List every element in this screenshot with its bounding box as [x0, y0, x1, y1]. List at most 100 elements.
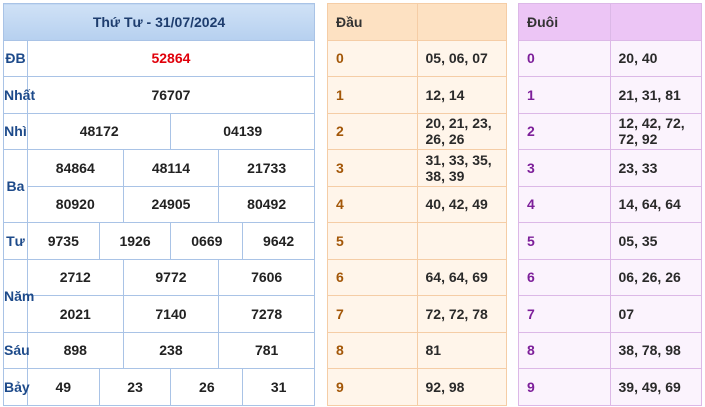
tail-digit: 9	[518, 368, 611, 406]
prize-label-nam: Năm	[3, 258, 34, 333]
prize-nam-number: 9772	[122, 258, 220, 296]
tail-digit-row: 5 05, 35	[518, 222, 702, 260]
tail-digit: 3	[518, 149, 611, 187]
tail-digit: 7	[518, 295, 611, 333]
prize-db-number: 52864	[26, 39, 316, 77]
head-digit-values: 92, 98	[416, 368, 507, 406]
results-date-title: Thứ Tư - 31/07/2024	[3, 3, 315, 41]
tail-digit-row: 1 21, 31, 81	[518, 76, 702, 114]
prize-tu-number: 1926	[98, 222, 172, 260]
tail-digit: 8	[518, 331, 611, 369]
prize-label-sau: Sáu	[3, 331, 30, 369]
tail-digit: 0	[518, 39, 611, 77]
head-digit: 9	[327, 368, 418, 406]
prize-nhi-number: 48172	[26, 112, 172, 150]
tail-digit: 1	[518, 76, 611, 114]
tail-digit-row: 8 38, 78, 98	[518, 331, 702, 369]
prize-row-nam-2: 2021 7140 7278	[4, 295, 315, 333]
tail-digit: 6	[518, 258, 611, 296]
tail-digit-values: 14, 64, 64	[609, 185, 702, 223]
tail-digit-row: 2 12, 42, 72, 72, 92	[518, 112, 702, 150]
prize-tu-number: 9735	[26, 222, 100, 260]
head-digit-row: 2 20, 21, 23, 26, 26	[327, 112, 507, 150]
prize-row-ba-2: 80920 24905 80492	[4, 185, 315, 223]
tail-digit: 5	[518, 222, 611, 260]
prize-row-tu: Tư 9735 1926 0669 9642	[3, 222, 315, 260]
tail-digit-row: 7 07	[518, 295, 702, 333]
head-digit-values: 20, 21, 23, 26, 26	[416, 112, 507, 150]
tail-digit-values: 21, 31, 81	[609, 76, 702, 114]
head-digits-table: Đầu 0 05, 06, 07 1 12, 14 2 20, 21, 23, 26,…	[327, 3, 507, 406]
prize-row-db: ĐB 52864	[3, 39, 316, 77]
tail-digit-row: 6 06, 26, 26	[518, 258, 702, 296]
prize-label-bay: Bảy	[3, 368, 30, 406]
head-digit-values: 31, 33, 35, 38, 39	[416, 149, 507, 187]
tail-digits-header-row: Đuôi	[518, 3, 702, 41]
prize-row-bay: Bảy 49 23 26 31	[3, 368, 315, 406]
head-digit-row: 4 40, 42, 49	[327, 185, 507, 223]
tail-digit-row: 9 39, 49, 69	[518, 368, 702, 406]
prize-bay-number: 31	[242, 368, 315, 406]
tail-digit-row: 3 23, 33	[518, 149, 702, 187]
head-digit: 8	[327, 331, 418, 369]
head-digits-header-row: Đầu	[327, 3, 507, 41]
tail-digits-table: Đuôi 0 20, 40 1 21, 31, 81 2 12, 42, 72, 72…	[518, 3, 702, 406]
tail-digit-values: 38, 78, 98	[609, 331, 702, 369]
head-digit-row: 5	[327, 222, 507, 260]
prize-label-db: ĐB	[3, 39, 28, 77]
tail-digit-values: 12, 42, 72, 72, 92	[609, 112, 702, 150]
head-digit: 2	[327, 112, 418, 150]
prize-ba-number: 80492	[218, 185, 315, 223]
head-digit: 4	[327, 185, 418, 223]
prize-label-tu: Tư	[3, 222, 28, 260]
head-digit: 7	[327, 295, 418, 333]
head-digits-header-blank	[416, 3, 507, 41]
prize-tu-number: 0669	[170, 222, 244, 260]
tail-digit-row: 4 14, 64, 64	[518, 185, 702, 223]
prize-nam-number: 7140	[122, 295, 220, 333]
prize-row-sau: Sáu 898 238 781	[3, 331, 315, 369]
prize-ba-number: 48114	[122, 149, 220, 187]
prize-ba-number: 24905	[122, 185, 220, 223]
prize-nhi-number: 04139	[170, 112, 315, 150]
results-header-row: Thứ Tư - 31/07/2024	[3, 3, 315, 41]
prize-label-ba: Ba	[3, 149, 28, 223]
tail-digit-values: 39, 49, 69	[609, 368, 702, 406]
head-digit-values: 12, 14	[416, 76, 507, 114]
tail-digit: 2	[518, 112, 611, 150]
head-digit-values: 81	[416, 331, 507, 369]
head-digit-values: 64, 64, 69	[416, 258, 507, 296]
head-digit-values	[416, 222, 507, 260]
head-digit-row: 3 31, 33, 35, 38, 39	[327, 149, 507, 187]
head-digit-values: 72, 72, 78	[416, 295, 507, 333]
prize-nam-number: 2712	[26, 258, 124, 296]
prize-bay-number: 26	[170, 368, 244, 406]
tail-digit-row: 0 20, 40	[518, 39, 702, 77]
tail-digit-values: 20, 40	[609, 39, 702, 77]
prize-sau-number: 238	[122, 331, 220, 369]
prize-ba-number: 80920	[26, 185, 124, 223]
prize-row-nhi: Nhì 48172 04139	[3, 112, 315, 150]
prize-nhat-number: 76707	[26, 76, 316, 114]
prize-row-nam: Năm 2712 9772 7606	[3, 258, 315, 333]
tail-digit-values: 05, 35	[609, 222, 702, 260]
head-digit: 5	[327, 222, 418, 260]
head-digit-values: 05, 06, 07	[416, 39, 507, 77]
tail-digit: 4	[518, 185, 611, 223]
head-digit-row: 7 72, 72, 78	[327, 295, 507, 333]
tail-digits-header-blank	[609, 3, 702, 41]
prize-bay-number: 49	[26, 368, 100, 406]
prize-nam-number: 7606	[218, 258, 315, 296]
tail-digits-title: Đuôi	[518, 3, 611, 41]
head-digit: 0	[327, 39, 418, 77]
prize-label-nhi: Nhì	[3, 112, 28, 150]
prize-nam-number: 2021	[26, 295, 124, 333]
prize-nam-number: 7278	[218, 295, 315, 333]
tail-digit-values: 06, 26, 26	[609, 258, 702, 296]
prize-bay-number: 23	[98, 368, 172, 406]
prize-row-ba: Ba 84864 48114 21733	[3, 149, 315, 223]
prize-ba-number: 84864	[26, 149, 124, 187]
head-digit: 6	[327, 258, 418, 296]
head-digits-title: Đầu	[327, 3, 418, 41]
results-table: Thứ Tư - 31/07/2024 ĐB 52864 Nhất 76707 …	[3, 3, 316, 406]
